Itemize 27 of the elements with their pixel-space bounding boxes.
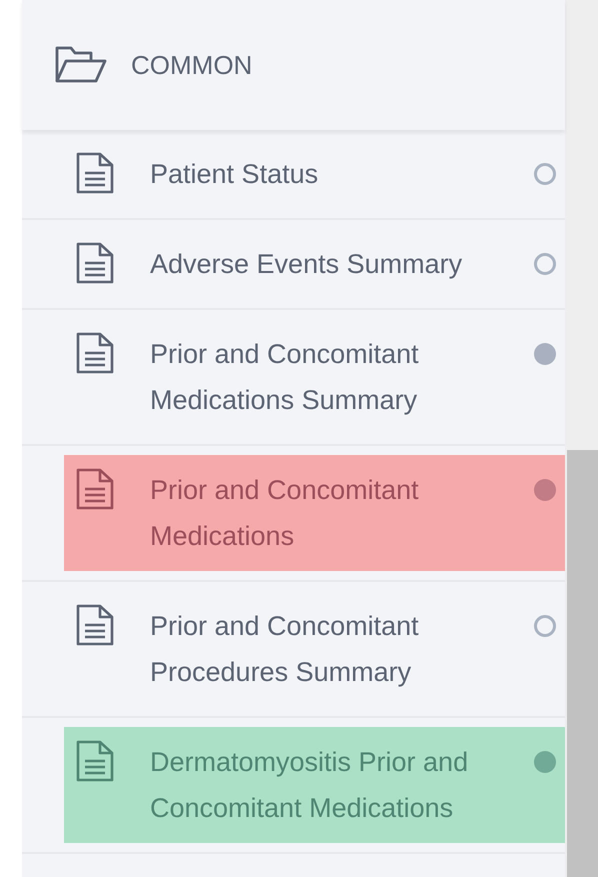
form-label: Prior and Concomitant Medications Summary [150,338,420,417]
status-dot [533,478,557,502]
section-header[interactable]: COMMON [22,0,565,130]
form-label: Patient Status [150,158,320,191]
form-item[interactable]: Prior and Concomitant Procedures Summary [64,591,565,707]
section-title: COMMON [131,48,252,82]
status-dot [533,162,557,186]
status-dot [533,614,557,638]
scrollbar-thumb[interactable] [567,450,598,877]
status-dot [533,252,557,276]
form-item[interactable]: Adverse Events Summary [64,229,565,299]
document-icon [75,603,115,647]
document-icon [75,331,115,375]
form-label: Adverse Events Summary [150,248,464,281]
form-label: Dermatomyositis Prior and Concomitant Medications [150,746,470,825]
form-item[interactable]: Patient Status [64,139,565,209]
document-icon [75,467,115,511]
form-item[interactable]: Dermatomyositis Prior and Concomitant Medications [64,727,565,843]
document-icon [75,739,115,783]
status-dot [533,750,557,774]
document-icon [75,241,115,285]
form-label: Prior and Concomitant Medications [150,474,420,553]
form-item[interactable]: Prior and Concomitant Medications Summary [64,319,565,435]
document-icon [75,151,115,195]
form-label: Prior and Concomitant Procedures Summary [150,610,420,689]
status-dot [533,342,557,366]
form-item[interactable]: Prior and Concomitant Medications [64,455,565,571]
